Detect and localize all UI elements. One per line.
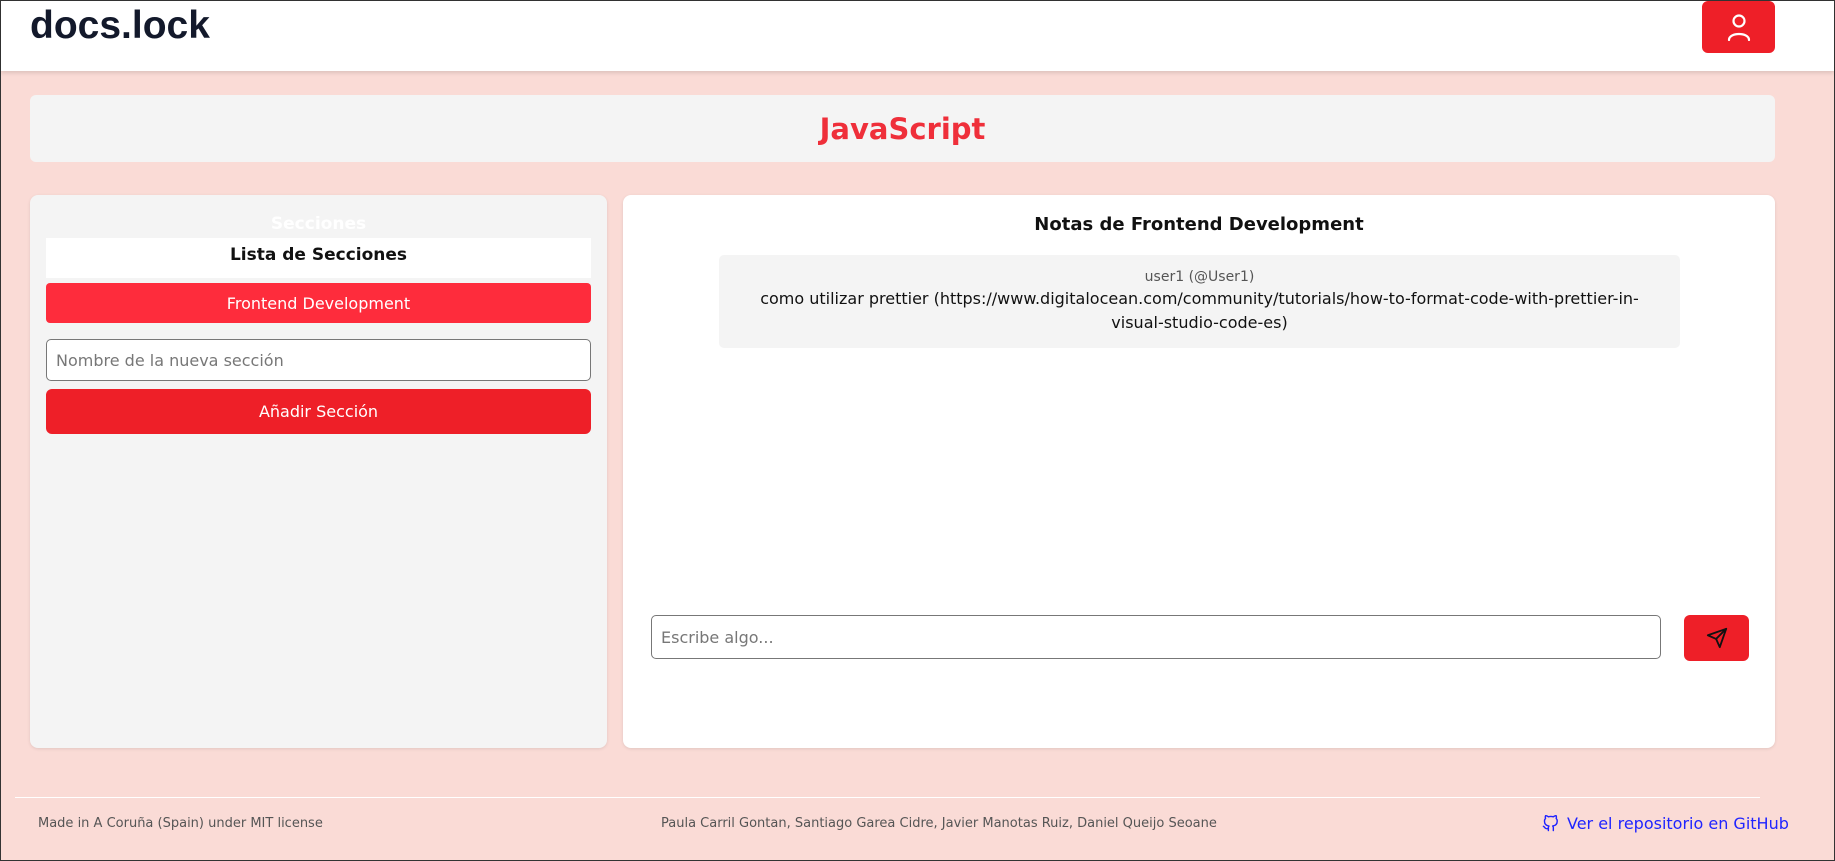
- add-section-button[interactable]: Añadir Sección: [46, 389, 591, 434]
- footer-divider: [15, 797, 1760, 798]
- message-input[interactable]: [651, 615, 1661, 659]
- note-author: user1 (@User1): [1144, 269, 1255, 285]
- note-card: user1 (@User1) como utilizar prettier (h…: [719, 255, 1680, 348]
- top-navbar: docs.lock: [1, 1, 1834, 71]
- new-section-input[interactable]: [46, 339, 591, 381]
- github-repo-label: Ver el repositorio en GitHub: [1567, 814, 1789, 833]
- send-icon: [1706, 627, 1727, 649]
- footer-authors: Paula Carril Gontan, Santiago Garea Cidr…: [661, 816, 1217, 831]
- user-profile-button[interactable]: [1702, 1, 1775, 53]
- sections-heading: Secciones: [270, 214, 367, 234]
- send-button[interactable]: [1684, 615, 1749, 661]
- page-title: JavaScript: [819, 111, 986, 146]
- app-logo[interactable]: docs.lock: [30, 4, 210, 48]
- github-icon: [1542, 815, 1558, 832]
- sections-list-title: Lista de Secciones: [46, 238, 591, 278]
- sections-panel: Secciones Lista de Secciones Frontend De…: [30, 195, 607, 748]
- github-repo-link[interactable]: Ver el repositorio en GitHub: [1542, 814, 1789, 833]
- page-title-card: JavaScript: [30, 95, 1775, 162]
- note-text: como utilizar prettier (https://www.digi…: [760, 289, 1639, 332]
- user-icon: [1727, 14, 1750, 41]
- section-item-frontend-development[interactable]: Frontend Development: [46, 283, 591, 323]
- notes-title: Notas de Frontend Development: [1034, 214, 1364, 235]
- notes-panel: Notas de Frontend Development user1 (@Us…: [623, 195, 1775, 748]
- footer-license: Made in A Coruña (Spain) under MIT licen…: [38, 816, 323, 831]
